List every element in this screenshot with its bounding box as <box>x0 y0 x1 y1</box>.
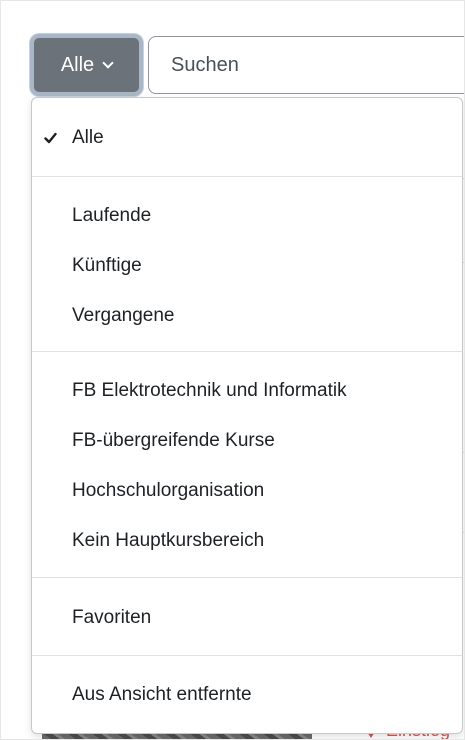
filter-dropdown-label: Alle <box>60 53 95 76</box>
menu-item-label: Favoriten <box>72 607 152 628</box>
menu-item-label: FB-übergreifende Kurse <box>72 430 275 451</box>
menu-divider <box>32 577 462 578</box>
filter-dropdown-menu: Alle Laufende Künftige Vergangene FB Ele… <box>31 97 463 734</box>
filter-dropdown-button[interactable]: Alle <box>30 34 143 96</box>
check-icon <box>44 132 57 144</box>
menu-item-label: FB Elektrotechnik und Informatik <box>72 380 347 401</box>
menu-item-favoriten[interactable]: Favoriten <box>32 596 462 640</box>
menu-item-aus-ansicht-entfernte[interactable]: Aus Ansicht entfernte <box>32 673 462 717</box>
menu-item-label: Aus Ansicht entfernte <box>72 684 252 705</box>
menu-item-alle[interactable]: Alle <box>32 116 462 160</box>
menu-divider <box>32 655 462 656</box>
menu-item-kuenftige[interactable]: Künftige <box>32 244 462 288</box>
menu-item-fb-elektrotechnik[interactable]: FB Elektrotechnik und Informatik <box>32 369 462 413</box>
menu-divider <box>32 351 462 352</box>
menu-item-laufende[interactable]: Laufende <box>32 194 462 238</box>
menu-item-label: Künftige <box>72 255 142 276</box>
menu-item-label: Vergangene <box>72 305 175 326</box>
menu-item-vergangene[interactable]: Vergangene <box>32 294 462 338</box>
chevron-down-icon <box>102 56 114 69</box>
menu-item-label: Alle <box>72 127 104 148</box>
search-input[interactable] <box>148 36 465 94</box>
menu-item-label: Laufende <box>72 205 152 226</box>
menu-item-fb-uebergreifend[interactable]: FB-übergreifende Kurse <box>32 419 462 463</box>
menu-item-kein-hauptkursbereich[interactable]: Kein Hauptkursbereich <box>32 519 462 563</box>
menu-item-label: Hochschulorganisation <box>72 480 265 501</box>
menu-divider <box>32 176 462 177</box>
menu-item-hochschulorganisation[interactable]: Hochschulorganisation <box>32 469 462 513</box>
menu-item-label: Kein Hauptkursbereich <box>72 530 265 551</box>
